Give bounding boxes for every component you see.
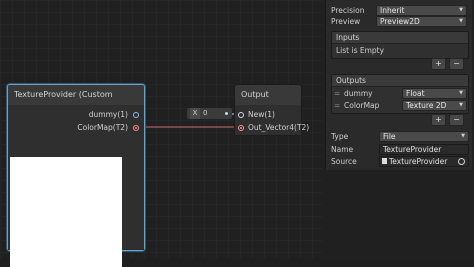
name-field[interactable]: TextureProvider xyxy=(379,144,469,155)
port-out-vector4-in[interactable] xyxy=(238,125,244,131)
port-colormap-out[interactable] xyxy=(133,125,139,131)
texture-provider-node[interactable]: TextureProvider (Custom Function) dummy(… xyxy=(7,84,145,267)
source-value: TextureProvider xyxy=(389,157,448,166)
chevron-down-icon: ▼ xyxy=(459,18,463,24)
output-type-value: Texture 2D xyxy=(406,101,447,110)
port-connected-dot xyxy=(135,127,137,129)
node-body: dummy(1) ColorMap(T2) xyxy=(8,105,144,267)
output-name[interactable]: dummy xyxy=(344,89,373,98)
precision-dropdown[interactable]: Inherit ▼ xyxy=(376,5,467,16)
precision-value: Inherit xyxy=(380,6,405,15)
preview-value: Preview2D xyxy=(380,17,420,26)
preview-dropdown[interactable]: Preview2D ▼ xyxy=(376,16,467,27)
preview-label: Preview xyxy=(331,17,361,26)
output-node[interactable]: Output New(1) Out_Vector4(T2) xyxy=(234,84,309,136)
chevron-down-icon: ▼ xyxy=(459,7,463,13)
inputs-list: Inputs List is Empty xyxy=(331,31,469,59)
node-body: New(1) Out_Vector4(T2) xyxy=(235,105,309,135)
output-type-dropdown[interactable]: Texture 2D ▼ xyxy=(402,100,467,111)
inputs-header: Inputs xyxy=(332,32,468,44)
name-label: Name xyxy=(331,145,354,154)
port-label-dummy: dummy(1) xyxy=(88,110,128,119)
constant-value[interactable]: 0 xyxy=(203,108,207,119)
precision-label: Precision xyxy=(331,6,365,15)
constant-port[interactable] xyxy=(225,112,228,115)
output-type-value: Float xyxy=(406,89,425,98)
type-dropdown[interactable]: File ▼ xyxy=(379,131,469,142)
file-icon xyxy=(382,158,387,164)
chevron-down-icon: ▼ xyxy=(459,102,463,108)
constant-axis-label: X xyxy=(190,108,200,119)
source-label: Source xyxy=(331,157,357,166)
drag-handle-icon[interactable]: = xyxy=(334,101,340,110)
outputs-add-button[interactable]: + xyxy=(431,114,446,126)
node-title[interactable]: Output xyxy=(235,85,301,105)
port-label-out-vector4: Out_Vector4(T2) xyxy=(248,123,310,132)
inputs-add-button[interactable]: + xyxy=(431,58,446,70)
inspector-panel: Precision Inherit ▼ Preview Preview2D ▼ … xyxy=(325,0,472,170)
graph-inspector: Precision Inherit ▼ Preview Preview2D ▼ … xyxy=(322,0,474,258)
type-value: File xyxy=(383,132,396,141)
node-title[interactable]: TextureProvider (Custom Function) xyxy=(8,85,144,119)
texture-preview xyxy=(10,157,122,267)
port-new-in[interactable] xyxy=(238,112,244,118)
outputs-header: Outputs xyxy=(332,75,468,87)
inputs-empty-text: List is Empty xyxy=(336,46,385,55)
output-type-dropdown[interactable]: Float ▼ xyxy=(402,88,467,99)
source-field[interactable]: TextureProvider xyxy=(379,156,469,167)
outputs-list: Outputs = dummy Float ▼ = ColorMap Textu… xyxy=(331,74,469,114)
chevron-down-icon: ▼ xyxy=(461,133,465,139)
port-label-colormap: ColorMap(T2) xyxy=(77,123,128,132)
inputs-remove-button[interactable]: − xyxy=(449,58,464,70)
chevron-down-icon: ▼ xyxy=(459,90,463,96)
port-dummy-out[interactable] xyxy=(133,112,139,118)
outputs-remove-button[interactable]: − xyxy=(449,114,464,126)
type-label: Type xyxy=(331,132,349,141)
port-connected-dot xyxy=(240,127,242,129)
object-picker-icon[interactable] xyxy=(458,158,465,165)
output-name[interactable]: ColorMap xyxy=(344,101,379,110)
port-label-new: New(1) xyxy=(248,110,275,119)
drag-handle-icon[interactable]: = xyxy=(334,89,340,98)
